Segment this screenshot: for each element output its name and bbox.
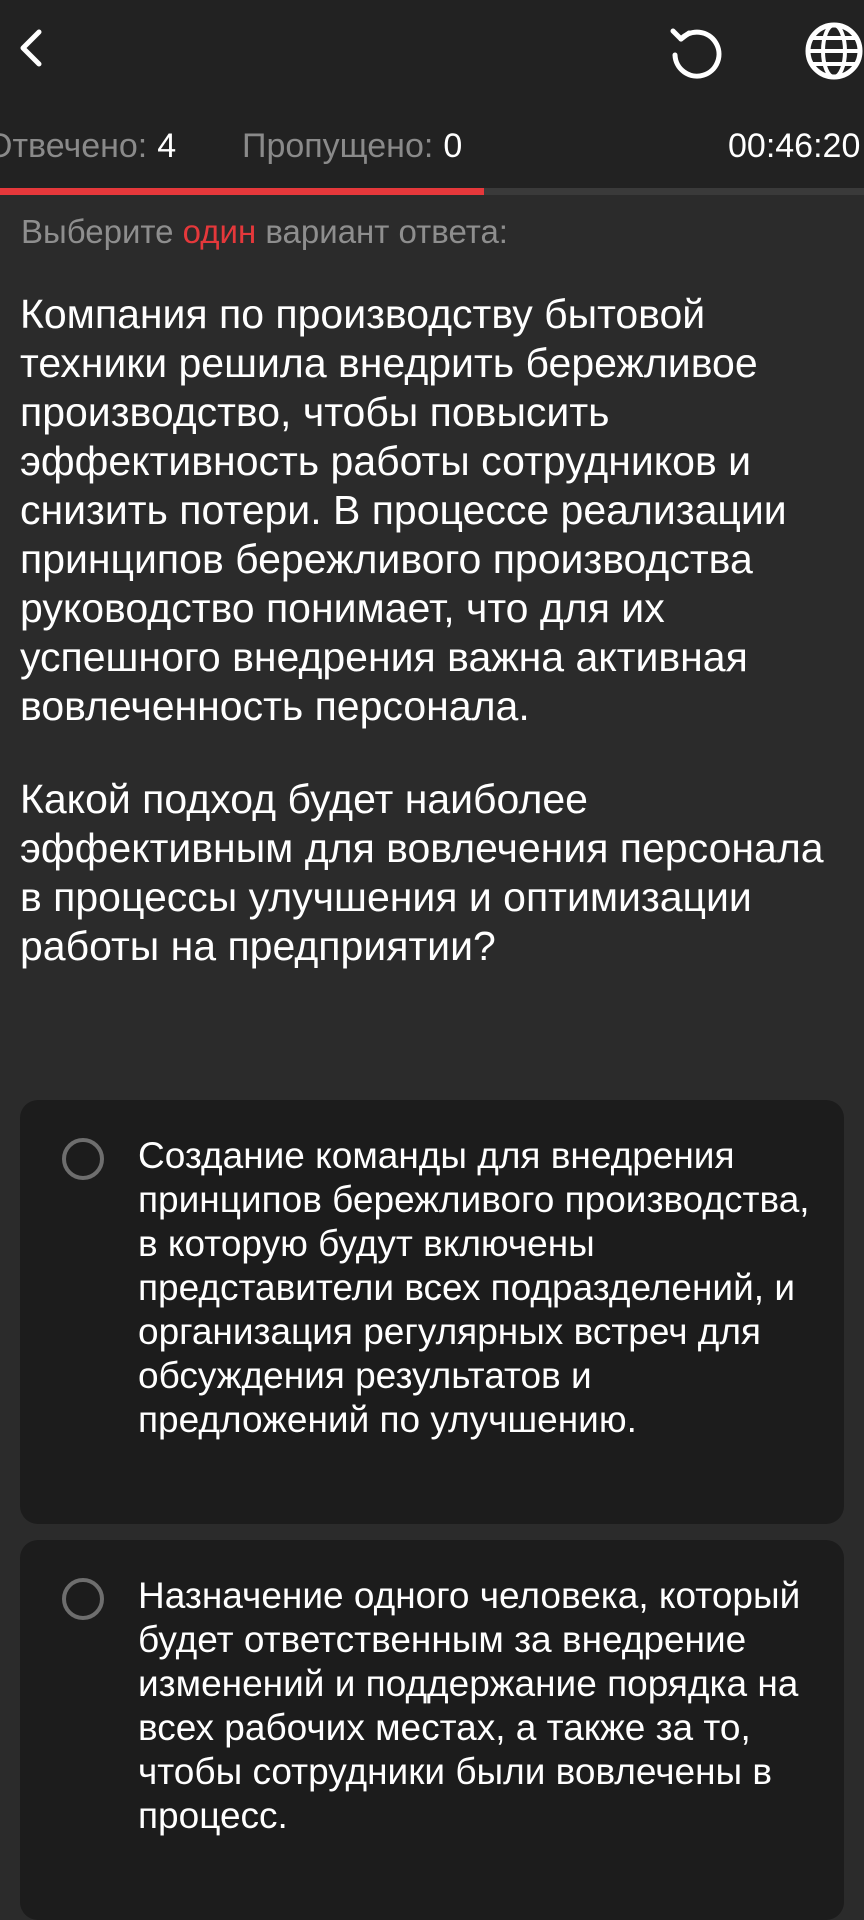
answer-option[interactable]: Создание команды для внедрения принципов…: [20, 1100, 844, 1524]
radio-button[interactable]: [62, 1578, 104, 1620]
instruction-suffix: вариант ответа:: [265, 213, 508, 250]
answer-option[interactable]: Назначение одного человека, который буде…: [20, 1540, 844, 1920]
skipped-counter: Пропущено: 0: [242, 126, 462, 166]
timer: 00:46:20: [728, 127, 861, 165]
instruction-highlight: один: [182, 213, 257, 250]
instruction-prefix: Выберите: [21, 213, 174, 250]
language-button[interactable]: [796, 16, 864, 86]
answered-value: 4: [157, 127, 177, 165]
option-text: Назначение одного человека, который буде…: [138, 1575, 801, 1836]
refresh-button[interactable]: [660, 16, 730, 86]
answered-label: Отвечено:: [0, 127, 148, 165]
answer-instruction: Выберите один вариант ответа:: [21, 212, 508, 252]
radio-button[interactable]: [62, 1138, 104, 1180]
refresh-icon: [670, 28, 722, 79]
question-block: Компания по производству бытовой техники…: [20, 290, 856, 971]
back-button[interactable]: [4, 18, 60, 78]
top-bar: Отвечено: 4 Пропущено: 0 00:46:20: [0, 0, 864, 195]
globe-icon: [805, 22, 863, 80]
question-context: Компания по производству бытовой техники…: [20, 291, 787, 729]
question-prompt: Какой подход будет наиболее эффективным …: [20, 776, 824, 969]
skipped-value: 0: [443, 127, 463, 165]
skipped-label: Пропущено:: [242, 127, 434, 165]
progress-fill: [0, 188, 484, 195]
option-text: Создание команды для внедрения принципов…: [138, 1135, 810, 1440]
progress-bar: [0, 188, 864, 195]
answered-counter: Отвечено: 4: [0, 126, 176, 166]
chevron-left-icon: [20, 29, 42, 67]
